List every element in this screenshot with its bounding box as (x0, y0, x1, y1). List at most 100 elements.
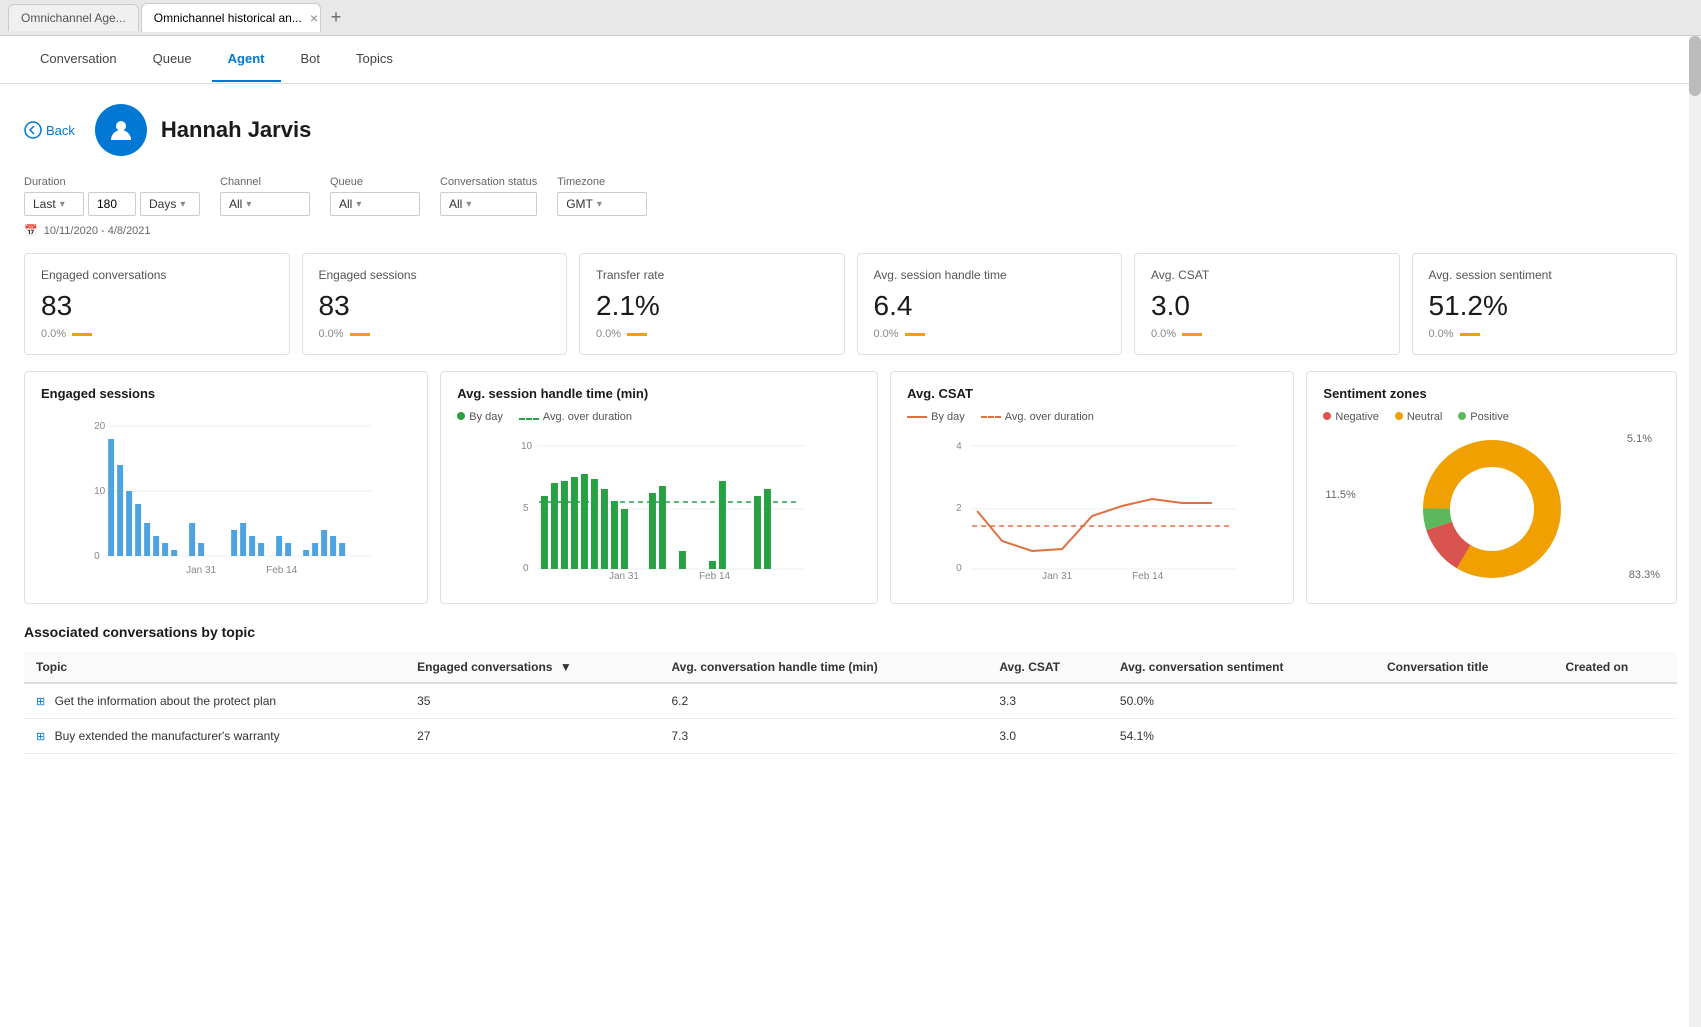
tab-omnichannel-historical[interactable]: Omnichannel historical an... × (141, 3, 321, 32)
svg-text:Feb 14: Feb 14 (1132, 571, 1164, 581)
engaged-sessions-chart: Engaged sessions 20 10 0 (24, 371, 428, 604)
chevron-down-icon: ▾ (246, 199, 251, 210)
svg-text:10: 10 (94, 486, 106, 497)
browser-tab-bar: Omnichannel Age... Omnichannel historica… (0, 0, 1701, 36)
kpi-value: 83 (41, 290, 273, 322)
kpi-delta: 0.0% (874, 328, 899, 340)
neutral-pct-label: 83.3% (1629, 569, 1660, 581)
nav-bar: Conversation Queue Agent Bot Topics (0, 36, 1701, 84)
kpi-title: Avg. session handle time (874, 268, 1106, 282)
svg-text:5: 5 (523, 503, 529, 514)
channel-label: Channel (220, 176, 310, 188)
svg-text:Feb 14: Feb 14 (699, 571, 731, 581)
conv-status-filter: Conversation status All ▾ (440, 176, 537, 216)
scrollbar-track[interactable] (1689, 36, 1701, 1027)
duration-value-input[interactable] (88, 192, 136, 216)
kpi-avg-csat: Avg. CSAT 3.0 0.0% (1134, 253, 1400, 355)
chart-title: Engaged sessions (41, 386, 411, 401)
positive-dot (1458, 412, 1466, 420)
filters-row: Duration Last ▾ Days ▾ Channel All ▾ Qu (24, 176, 1677, 216)
duration-preset-select[interactable]: Last ▾ (24, 192, 84, 216)
nav-tab-conversation[interactable]: Conversation (24, 37, 133, 82)
conv-title-cell (1375, 683, 1554, 719)
conv-status-select[interactable]: All ▾ (440, 192, 537, 216)
avg-csat-svg: 4 2 0 Jan 31 Feb 14 (907, 431, 1277, 581)
duration-unit-select[interactable]: Days ▾ (140, 192, 200, 216)
svg-text:Feb 14: Feb 14 (266, 565, 298, 576)
person-icon (107, 116, 135, 144)
kpi-trend-bar (72, 333, 92, 336)
duration-label: Duration (24, 176, 200, 188)
col-created-on: Created on (1554, 652, 1677, 683)
col-topic: Topic (24, 652, 405, 683)
chevron-down-icon: ▾ (597, 199, 602, 210)
agent-avatar (95, 104, 147, 156)
nav-tab-queue[interactable]: Queue (137, 37, 208, 82)
topics-table: Topic Engaged conversations ▼ Avg. conve… (24, 652, 1677, 754)
svg-text:Jan 31: Jan 31 (609, 571, 639, 581)
chart-title: Avg. session handle time (min) (457, 386, 861, 401)
timezone-select[interactable]: GMT ▾ (557, 192, 647, 216)
donut-chart-svg (1412, 429, 1572, 589)
avg-csat-chart: Avg. CSAT By day Avg. over duration 4 2 … (890, 371, 1294, 604)
kpi-trend-bar (1182, 333, 1202, 336)
back-label: Back (46, 123, 75, 138)
table-row: ⊞ Buy extended the manufacturer's warran… (24, 719, 1677, 754)
svg-text:4: 4 (956, 441, 962, 452)
back-button[interactable]: Back (24, 121, 75, 139)
kpi-engaged-conversations: Engaged conversations 83 0.0% (24, 253, 290, 355)
agent-header: Back Hannah Jarvis (24, 104, 1677, 156)
kpi-avg-session-sentiment: Avg. session sentiment 51.2% 0.0% (1412, 253, 1678, 355)
timezone-label: Timezone (557, 176, 647, 188)
chart-title: Sentiment zones (1323, 386, 1660, 401)
tab-label: Omnichannel historical an... (154, 11, 302, 25)
by-day-line (907, 416, 927, 418)
by-day-dot (457, 412, 465, 420)
tab-close-icon[interactable]: × (310, 10, 318, 26)
chart-legend: By day Avg. over duration (907, 411, 1277, 423)
agent-name: Hannah Jarvis (161, 117, 311, 143)
tab-omnichannel-agent[interactable]: Omnichannel Age... (8, 4, 139, 31)
kpi-delta: 0.0% (1429, 328, 1454, 340)
chevron-down-icon: ▾ (60, 199, 65, 210)
sentiment-zones-chart: Sentiment zones Negative Neutral Positiv… (1306, 371, 1677, 604)
channel-filter: Channel All ▾ (220, 176, 310, 216)
avg-session-handle-svg: 10 5 0 (457, 431, 861, 581)
avg-session-handle-chart: Avg. session handle time (min) By day Av… (440, 371, 878, 604)
kpi-avg-session-handle-time: Avg. session handle time 6.4 0.0% (857, 253, 1123, 355)
chevron-down-icon: ▾ (466, 199, 471, 210)
expand-row-icon[interactable]: ⊞ (36, 696, 45, 708)
nav-tab-bot[interactable]: Bot (285, 37, 337, 82)
engaged-conv-cell: 27 (405, 719, 659, 754)
negative-dot (1323, 412, 1331, 420)
tab-label: Omnichannel Age... (21, 11, 126, 25)
table-body: ⊞ Get the information about the protect … (24, 683, 1677, 754)
svg-text:10: 10 (521, 441, 533, 452)
conv-title-cell (1375, 719, 1554, 754)
kpi-trend-bar (905, 333, 925, 336)
main-content: Back Hannah Jarvis Duration Last ▾ Days … (0, 84, 1701, 1027)
queue-select[interactable]: All ▾ (330, 192, 420, 216)
kpi-value: 51.2% (1429, 290, 1661, 322)
kpi-delta: 0.0% (319, 328, 344, 340)
nav-tab-topics[interactable]: Topics (340, 37, 409, 82)
expand-row-icon[interactable]: ⊞ (36, 731, 45, 743)
kpi-engaged-sessions: Engaged sessions 83 0.0% (302, 253, 568, 355)
table-section-title: Associated conversations by topic (24, 624, 1677, 640)
scrollbar-thumb[interactable] (1689, 36, 1701, 96)
table-header: Topic Engaged conversations ▼ Avg. conve… (24, 652, 1677, 683)
negative-pct-label: 11.5% (1325, 489, 1355, 501)
add-tab-button[interactable]: + (323, 7, 350, 28)
col-engaged-conversations[interactable]: Engaged conversations ▼ (405, 652, 659, 683)
chevron-down-icon: ▾ (356, 199, 361, 210)
nav-tab-agent[interactable]: Agent (212, 37, 281, 82)
date-range: 📅 10/11/2020 - 4/8/2021 (24, 224, 1677, 237)
channel-select[interactable]: All ▾ (220, 192, 310, 216)
col-avg-csat: Avg. CSAT (987, 652, 1108, 683)
col-avg-handle-time: Avg. conversation handle time (min) (659, 652, 987, 683)
sort-icon: ▼ (560, 660, 572, 674)
timezone-filter: Timezone GMT ▾ (557, 176, 647, 216)
charts-row: Engaged sessions 20 10 0 (24, 371, 1677, 604)
sentiment-legend: Negative Neutral Positive (1323, 411, 1660, 423)
duration-filter: Duration Last ▾ Days ▾ (24, 176, 200, 216)
